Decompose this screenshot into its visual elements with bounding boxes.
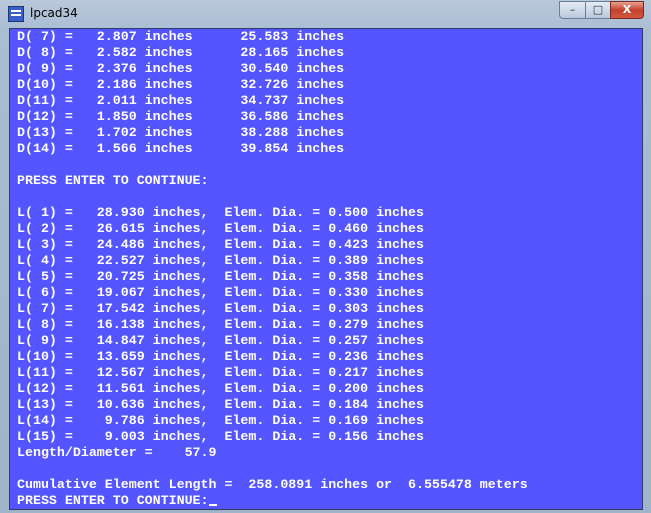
console-line: L( 1) = 28.930 inches, Elem. Dia. = 0.50… (17, 205, 424, 220)
console-line: Length/Diameter = 57.9 (17, 445, 217, 460)
console-line: D(11) = 2.011 inches 34.737 inches (17, 93, 345, 108)
console-output[interactable]: D( 7) = 2.807 inches 25.583 inches D( 8) … (9, 28, 643, 510)
console-line: D(14) = 1.566 inches 39.854 inches (17, 141, 345, 156)
console-line: L( 5) = 20.725 inches, Elem. Dia. = 0.35… (17, 269, 424, 284)
console-line: L( 7) = 17.542 inches, Elem. Dia. = 0.30… (17, 301, 424, 316)
prompt-text: PRESS ENTER TO CONTINUE: (17, 493, 209, 508)
console-line: L(10) = 13.659 inches, Elem. Dia. = 0.23… (17, 349, 424, 364)
console-line: D(10) = 2.186 inches 32.726 inches (17, 77, 345, 92)
text-cursor (208, 504, 217, 506)
console-line: D( 8) = 2.582 inches 28.165 inches (17, 45, 345, 60)
close-button[interactable]: X (610, 1, 644, 19)
console-line: D(12) = 1.850 inches 36.586 inches (17, 109, 345, 124)
console-line: L(15) = 9.003 inches, Elem. Dia. = 0.156… (17, 429, 424, 444)
console-window: lpcad34 – □ X D( 7) = 2.807 inches 25.58… (0, 0, 651, 513)
title-bar[interactable]: lpcad34 – □ X (0, 0, 651, 28)
console-line: D( 9) = 2.376 inches 30.540 inches (17, 61, 345, 76)
console-line: D(13) = 1.702 inches 38.288 inches (17, 125, 345, 140)
console-line: L( 8) = 16.138 inches, Elem. Dia. = 0.27… (17, 317, 424, 332)
console-line: L(14) = 9.786 inches, Elem. Dia. = 0.169… (17, 413, 424, 428)
minimize-button[interactable]: – (559, 1, 586, 19)
app-icon[interactable] (8, 6, 24, 22)
console-line: L(12) = 11.561 inches, Elem. Dia. = 0.20… (17, 381, 424, 396)
maximize-button[interactable]: □ (585, 1, 611, 19)
console-line: Cumulative Element Length = 258.0891 inc… (17, 477, 528, 492)
console-prompt[interactable]: PRESS ENTER TO CONTINUE: (17, 493, 528, 509)
console-line: L(13) = 10.636 inches, Elem. Dia. = 0.18… (17, 397, 424, 412)
console-line: L( 2) = 26.615 inches, Elem. Dia. = 0.46… (17, 221, 424, 236)
console-line: L( 9) = 14.847 inches, Elem. Dia. = 0.25… (17, 333, 424, 348)
window-title: lpcad34 (30, 6, 78, 20)
console-text: D( 7) = 2.807 inches 25.583 inches D( 8) … (17, 29, 528, 509)
console-line: L( 3) = 24.486 inches, Elem. Dia. = 0.42… (17, 237, 424, 252)
console-line: L(11) = 12.567 inches, Elem. Dia. = 0.21… (17, 365, 424, 380)
console-line: L( 6) = 19.067 inches, Elem. Dia. = 0.33… (17, 285, 424, 300)
console-line: PRESS ENTER TO CONTINUE: (17, 173, 209, 188)
console-line: D( 7) = 2.807 inches 25.583 inches (17, 29, 345, 44)
console-line: L( 4) = 22.527 inches, Elem. Dia. = 0.38… (17, 253, 424, 268)
